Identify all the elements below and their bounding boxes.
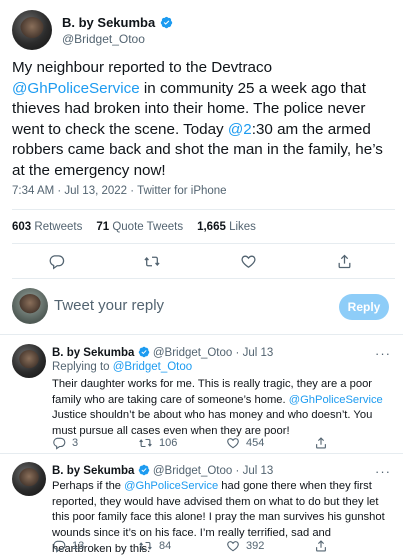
author-names: B. by Sekumba @Bridget_Otoo: [62, 14, 173, 46]
current-user-avatar: [12, 288, 48, 324]
author-avatar[interactable]: [12, 10, 52, 50]
like-action[interactable]: 454: [226, 436, 264, 450]
replying-to: Replying to @Bridget_Otoo: [52, 361, 192, 373]
share-icon: [316, 540, 326, 552]
like-icon: [227, 438, 239, 449]
retweets-count: 603: [12, 221, 32, 233]
mention-link[interactable]: @GhPoliceService: [124, 480, 218, 492]
reply-text: Their daughter works for me. This is rea…: [52, 377, 392, 440]
divider: [12, 278, 395, 279]
more-options-icon[interactable]: ···: [375, 464, 391, 479]
likes-label: Likes: [229, 221, 256, 233]
reply-action[interactable]: 13: [52, 539, 84, 553]
reply-tweet[interactable]: B. by Sekumba @Bridget_Otoo · Jul 13 ···…: [0, 462, 403, 556]
reply-author-handle[interactable]: @Bridget_Otoo: [153, 465, 232, 477]
share-icon: [316, 437, 326, 449]
reply-header: B. by Sekumba @Bridget_Otoo · Jul 13: [52, 464, 273, 477]
like-icon: [227, 541, 239, 552]
reply-icon[interactable]: [46, 251, 66, 271]
retweets-stat[interactable]: 603 Retweets: [12, 221, 82, 233]
reply-author-name[interactable]: B. by Sekumba: [52, 465, 134, 477]
reply-author-handle[interactable]: @Bridget_Otoo: [153, 347, 232, 359]
reply-date[interactable]: Jul 13: [243, 465, 274, 477]
quotes-count: 71: [96, 221, 110, 233]
reply-input[interactable]: Tweet your reply: [54, 297, 164, 314]
quotes-stat[interactable]: 71 Quote Tweets: [96, 221, 183, 233]
mention-link[interactable]: @2: [228, 121, 252, 138]
tweet-stats: 603 Retweets 71 Quote Tweets 1,665 Likes: [12, 221, 256, 233]
reply-count: 3: [72, 437, 79, 449]
retweet-icon[interactable]: [142, 251, 162, 271]
reply-count: 13: [72, 540, 85, 552]
separator-dot: ·: [235, 465, 240, 477]
reply-text-part: Perhaps if the: [52, 480, 125, 492]
reply-action[interactable]: 3: [52, 436, 78, 450]
likes-count: 1,665: [197, 221, 226, 233]
like-count: 392: [246, 540, 265, 552]
verified-badge-icon: [160, 16, 172, 29]
retweet-count: 84: [159, 540, 172, 552]
divider: [12, 243, 395, 244]
reply-header: B. by Sekumba @Bridget_Otoo · Jul 13: [52, 346, 273, 359]
tweet-text-part: My neighbour reported to the Devtraco: [12, 59, 273, 76]
quotes-label: Quote Tweets: [112, 221, 184, 233]
reply-button[interactable]: Reply: [339, 294, 389, 320]
separator-dot: ·: [235, 347, 240, 359]
replying-handle-link[interactable]: @Bridget_Otoo: [113, 361, 192, 373]
reply-composer: Tweet your reply Reply: [0, 282, 403, 332]
tweet-text: My neighbour reported to the Devtraco @G…: [12, 58, 394, 181]
reply-author-name[interactable]: B. by Sekumba: [52, 347, 134, 359]
retweets-label: Retweets: [34, 221, 83, 233]
more-options-icon[interactable]: ···: [375, 346, 391, 361]
author-handle[interactable]: @Bridget_Otoo: [62, 32, 173, 46]
mention-link[interactable]: @GhPoliceService: [289, 394, 383, 406]
reply-tweet[interactable]: B. by Sekumba @Bridget_Otoo · Jul 13 ···…: [0, 344, 403, 452]
mention-link[interactable]: @GhPoliceService: [12, 80, 140, 97]
retweet-action[interactable]: 106: [138, 436, 177, 450]
verified-badge-icon: [138, 464, 149, 476]
likes-stat[interactable]: 1,665 Likes: [197, 221, 256, 233]
divider: [0, 334, 403, 335]
tweet-header: B. by Sekumba @Bridget_Otoo: [12, 10, 173, 50]
share-action[interactable]: [314, 436, 328, 450]
retweet-count: 106: [159, 437, 178, 449]
reply-actions: 3 106 454: [52, 436, 392, 452]
reply-author-avatar[interactable]: [12, 344, 46, 378]
retweet-icon: [139, 438, 152, 448]
like-count: 454: [246, 437, 265, 449]
reply-actions: 13 84 392: [52, 539, 392, 555]
reply-author-avatar[interactable]: [12, 462, 46, 496]
share-action[interactable]: [314, 539, 328, 553]
reply-icon: [53, 540, 66, 553]
like-action[interactable]: 392: [226, 539, 264, 553]
retweet-action[interactable]: 84: [138, 539, 171, 553]
divider: [12, 209, 395, 210]
tweet-actions: [0, 251, 403, 271]
reply-icon: [53, 437, 66, 450]
share-icon[interactable]: [334, 251, 354, 271]
replying-prefix: Replying to: [52, 361, 113, 373]
reply-text-part: Justice shouldn’t be about who has money…: [52, 409, 373, 438]
retweet-icon: [139, 541, 152, 551]
like-icon[interactable]: [238, 251, 258, 271]
verified-badge-icon: [138, 346, 149, 358]
tweet-timestamp[interactable]: 7:34 AM · Jul 13, 2022 · Twitter for iPh…: [12, 185, 227, 197]
divider: [0, 453, 403, 454]
author-name[interactable]: B. by Sekumba: [62, 15, 155, 30]
author-name-row[interactable]: B. by Sekumba: [62, 14, 173, 32]
reply-date[interactable]: Jul 13: [243, 347, 274, 359]
